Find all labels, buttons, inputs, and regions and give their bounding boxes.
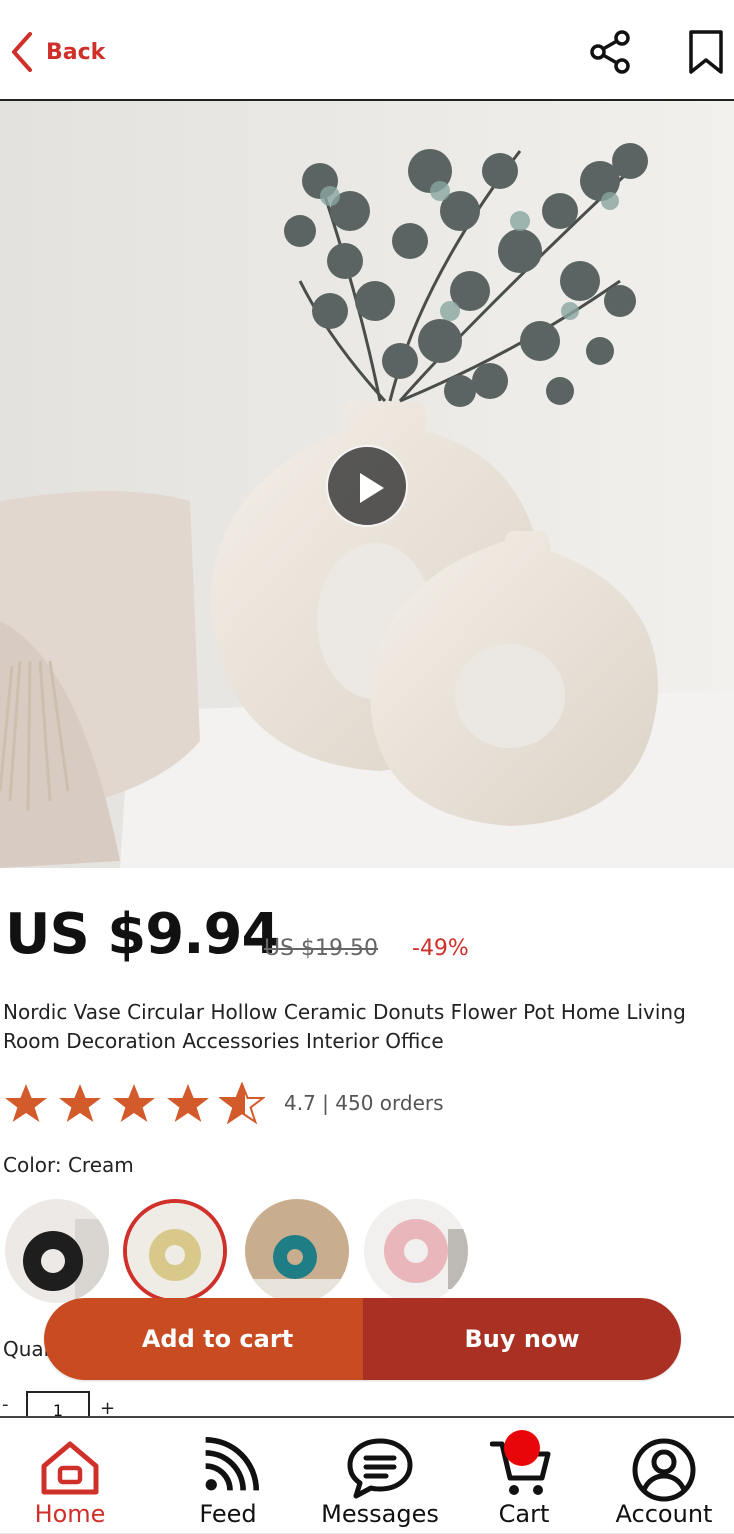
buy-now-button[interactable]: Buy now bbox=[363, 1298, 681, 1380]
discount-badge: -49% bbox=[412, 936, 469, 961]
back-button[interactable]: Back bbox=[8, 30, 105, 74]
color-option-teal[interactable] bbox=[245, 1199, 349, 1303]
quantity-decrease-button[interactable]: - bbox=[2, 1394, 9, 1415]
account-icon bbox=[632, 1438, 696, 1502]
star-icon bbox=[113, 1084, 155, 1122]
teal-vase-thumbnail bbox=[245, 1199, 349, 1303]
share-icon[interactable] bbox=[586, 28, 634, 76]
bookmark-icon[interactable] bbox=[686, 28, 726, 76]
color-label: Color: Cream bbox=[3, 1153, 134, 1177]
star-icon bbox=[5, 1084, 47, 1122]
nav-label-messages: Messages bbox=[321, 1500, 439, 1528]
black-vase-thumbnail bbox=[5, 1199, 109, 1303]
add-to-cart-button[interactable]: Add to cart bbox=[44, 1298, 363, 1380]
messages-icon bbox=[347, 1438, 413, 1499]
top-bar: Back bbox=[0, 0, 734, 101]
pink-vase-thumbnail bbox=[364, 1199, 468, 1303]
cart-badge bbox=[504, 1430, 540, 1466]
rating-stars bbox=[3, 1082, 273, 1124]
color-option-pink[interactable] bbox=[364, 1199, 468, 1303]
feed-icon bbox=[205, 1436, 260, 1491]
play-icon bbox=[360, 473, 384, 503]
cream-vase-thumbnail bbox=[127, 1203, 223, 1299]
nav-label-home: Home bbox=[34, 1500, 106, 1528]
original-price: US $19.50 bbox=[264, 936, 379, 961]
back-label: Back bbox=[46, 39, 106, 65]
nav-item-cart[interactable]: Cart bbox=[454, 1418, 594, 1534]
color-option-black[interactable] bbox=[5, 1199, 109, 1303]
rating-summary: 4.7 | 450 orders bbox=[284, 1091, 444, 1115]
chevron-left-icon bbox=[12, 32, 32, 72]
play-video-button[interactable] bbox=[326, 445, 408, 527]
product-image[interactable] bbox=[0, 101, 734, 868]
color-option-cream[interactable] bbox=[123, 1199, 227, 1303]
nav-item-feed[interactable]: Feed bbox=[158, 1418, 298, 1534]
bottom-navigation: Home Feed Messages Cart Account bbox=[0, 1416, 734, 1534]
nav-label-account: Account bbox=[615, 1500, 713, 1528]
nav-label-feed: Feed bbox=[199, 1500, 257, 1528]
half-star-icon bbox=[219, 1082, 265, 1124]
purchase-actions: Add to cart Buy now bbox=[44, 1298, 681, 1380]
product-title: Nordic Vase Circular Hollow Ceramic Donu… bbox=[3, 1000, 686, 1053]
nav-item-home[interactable]: Home bbox=[0, 1418, 140, 1534]
home-icon bbox=[41, 1441, 99, 1495]
price: US $9.94 bbox=[5, 902, 280, 967]
nav-label-cart: Cart bbox=[498, 1500, 550, 1528]
nav-item-account[interactable]: Account bbox=[594, 1418, 734, 1534]
star-icon bbox=[167, 1084, 209, 1122]
nav-item-messages[interactable]: Messages bbox=[310, 1418, 450, 1534]
star-icon bbox=[59, 1084, 101, 1122]
